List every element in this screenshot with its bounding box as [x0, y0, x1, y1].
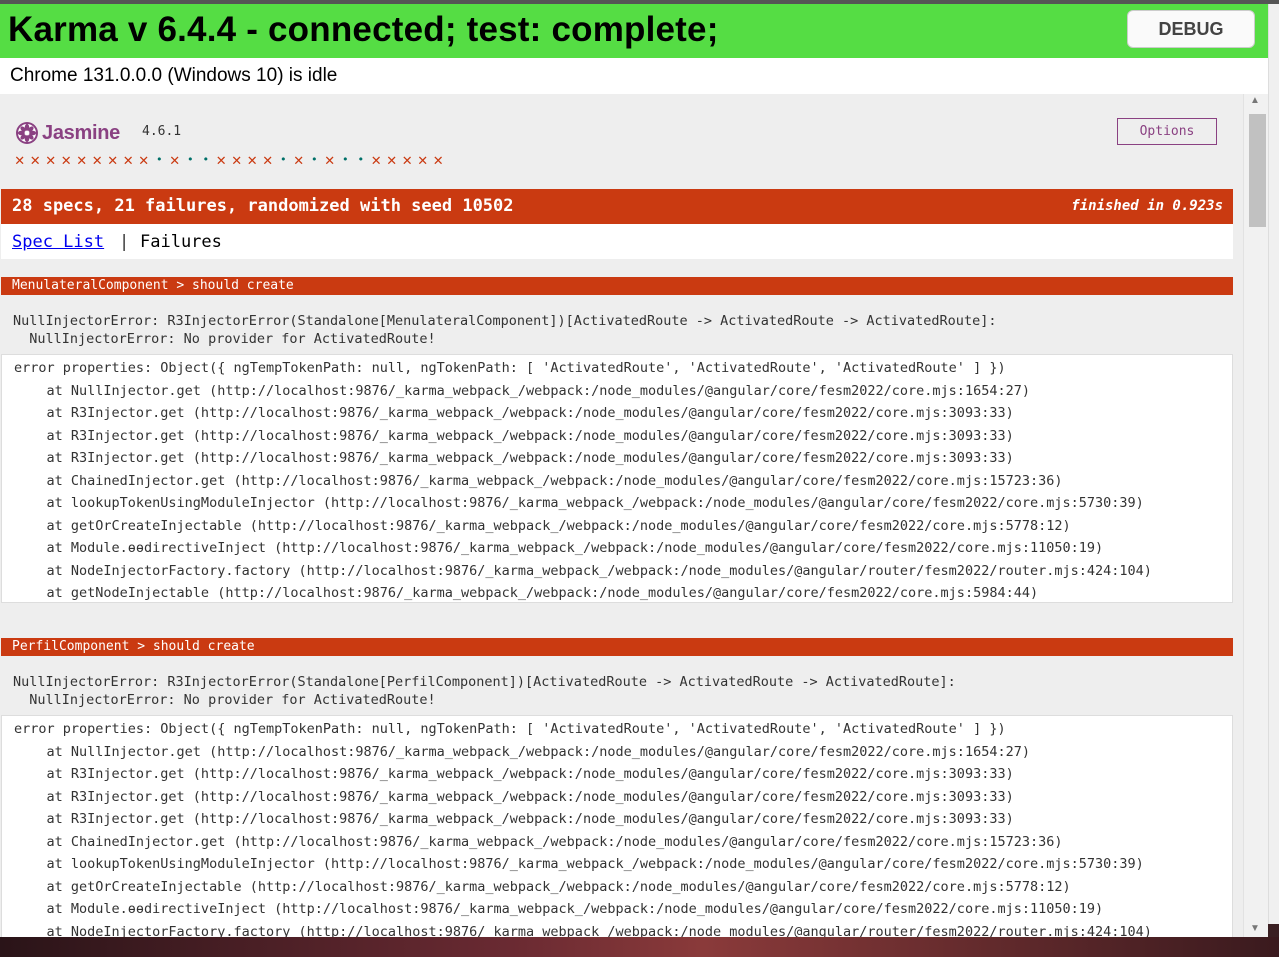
debug-button[interactable]: DEBUG — [1127, 10, 1255, 48]
karma-banner: Karma v 6.4.4 - connected; test: complet… — [0, 4, 1268, 58]
failure-item: MenulateralComponent > should create Nul… — [1, 277, 1233, 603]
failed-spec-symbol-icon[interactable]: ✕ — [400, 151, 416, 169]
failed-spec-symbol-icon[interactable]: ✕ — [229, 151, 245, 169]
scroll-up-arrow-icon[interactable]: ▲ — [1249, 96, 1261, 106]
failure-message: NullInjectorError: R3InjectorError(Stand… — [13, 313, 997, 347]
failed-spec-symbol-icon[interactable]: ✕ — [28, 151, 44, 169]
passed-spec-symbol-icon[interactable]: • — [338, 151, 354, 169]
spec-list-link[interactable]: Spec List — [12, 232, 104, 252]
passed-spec-symbol-icon[interactable]: • — [307, 151, 323, 169]
passed-spec-symbol-icon[interactable]: • — [198, 151, 214, 169]
summary-text: 28 specs, 21 failures, randomized with s… — [12, 196, 514, 216]
failed-spec-symbol-icon[interactable]: ✕ — [214, 151, 230, 169]
spec-symbol-summary: ✕ ✕ ✕ ✕ ✕ ✕ ✕ ✕ ✕ • ✕ • • ✕ ✕ ✕ ✕ • ✕ • ✕ • • ✕ ✕ ✕ ✕ ✕ — [12, 151, 446, 169]
jasmine-version: 4.6.1 — [142, 124, 182, 139]
jasmine-logo: Jasmine — [15, 121, 120, 145]
results-menu: Spec List | Failures — [1, 224, 1233, 259]
failed-spec-symbol-icon[interactable]: ✕ — [121, 151, 137, 169]
failed-spec-symbol-icon[interactable]: ✕ — [105, 151, 121, 169]
failed-spec-symbol-icon[interactable]: ✕ — [415, 151, 431, 169]
jasmine-flower-icon — [16, 122, 38, 144]
failed-spec-symbol-icon[interactable]: ✕ — [384, 151, 400, 169]
failed-spec-symbol-icon[interactable]: ✕ — [167, 151, 183, 169]
failed-spec-symbol-icon[interactable]: ✕ — [59, 151, 75, 169]
failure-header[interactable]: PerfilComponent > should create — [1, 638, 1233, 656]
options-button[interactable]: Options — [1117, 118, 1217, 145]
desktop-background-strip — [0, 937, 1279, 957]
browser-status-bar: Chrome 131.0.0.0 (Windows 10) is idle — [0, 58, 1268, 94]
stack-trace: error properties: Object({ ngTempTokenPa… — [1, 354, 1233, 603]
failed-spec-symbol-icon[interactable]: ✕ — [260, 151, 276, 169]
failed-spec-symbol-icon[interactable]: ✕ — [74, 151, 90, 169]
jasmine-logo-text: Jasmine — [42, 121, 120, 144]
scrollbar-thumb[interactable] — [1249, 114, 1266, 227]
failed-spec-symbol-icon[interactable]: ✕ — [431, 151, 447, 169]
failed-spec-symbol-icon[interactable]: ✕ — [291, 151, 307, 169]
scroll-down-arrow-icon[interactable]: ▼ — [1249, 924, 1261, 934]
karma-title: Karma v 6.4.4 - connected; test: complet… — [8, 10, 719, 49]
failure-message: NullInjectorError: R3InjectorError(Stand… — [13, 674, 956, 708]
failed-spec-symbol-icon[interactable]: ✕ — [369, 151, 385, 169]
passed-spec-symbol-icon[interactable]: • — [183, 151, 199, 169]
passed-spec-symbol-icon[interactable]: • — [353, 151, 369, 169]
passed-spec-symbol-icon[interactable]: • — [152, 151, 168, 169]
browser-status-text: Chrome 131.0.0.0 (Windows 10) is idle — [10, 65, 338, 86]
stack-trace: error properties: Object({ ngTempTokenPa… — [1, 715, 1233, 937]
failed-spec-symbol-icon[interactable]: ✕ — [43, 151, 59, 169]
menu-separator: | — [119, 232, 130, 252]
failures-link[interactable]: Failures — [140, 232, 222, 252]
failed-spec-symbol-icon[interactable]: ✕ — [12, 151, 28, 169]
window-right-edge — [1268, 4, 1279, 924]
jasmine-frame: Jasmine 4.6.1 Options ✕ ✕ ✕ ✕ ✕ ✕ ✕ ✕ ✕ • ✕ • • ✕ ✕ ✕ ✕ •… — [0, 94, 1268, 937]
failed-spec-symbol-icon[interactable]: ✕ — [245, 151, 261, 169]
failed-spec-symbol-icon[interactable]: ✕ — [90, 151, 106, 169]
failure-header[interactable]: MenulateralComponent > should create — [1, 277, 1233, 295]
passed-spec-symbol-icon[interactable]: • — [276, 151, 292, 169]
summary-bar: 28 specs, 21 failures, randomized with s… — [1, 189, 1233, 224]
failed-spec-symbol-icon[interactable]: ✕ — [322, 151, 338, 169]
failure-item: PerfilComponent > should create NullInje… — [1, 638, 1233, 937]
failed-spec-symbol-icon[interactable]: ✕ — [136, 151, 152, 169]
jasmine-reporter: Jasmine 4.6.1 Options ✕ ✕ ✕ ✕ ✕ ✕ ✕ ✕ ✕ • ✕ • • ✕ ✕ ✕ ✕ •… — [0, 94, 1240, 937]
duration-text: finished in 0.923s — [1071, 198, 1223, 214]
